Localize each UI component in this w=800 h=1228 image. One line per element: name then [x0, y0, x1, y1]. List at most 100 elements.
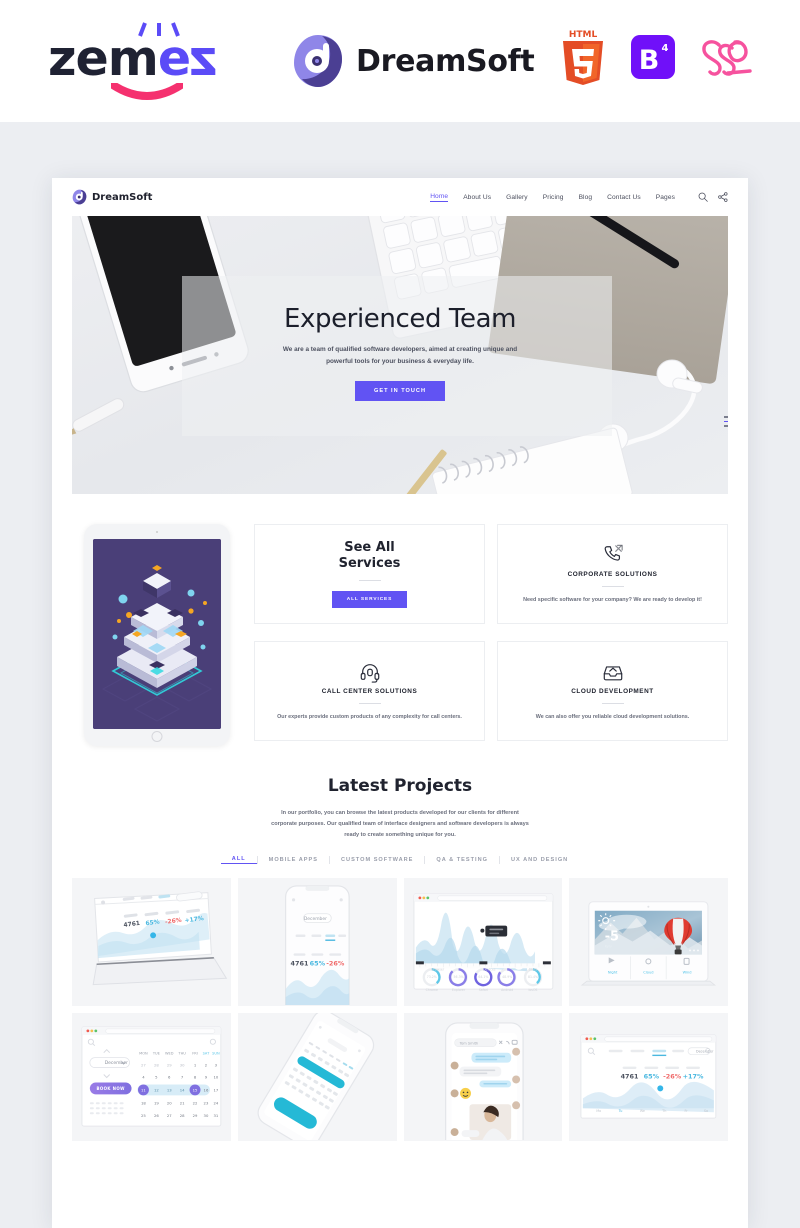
svg-text:23: 23 — [204, 1101, 209, 1105]
svg-text:30: 30 — [180, 1063, 185, 1067]
nav-item-about-us[interactable]: About Us — [463, 194, 491, 201]
project-item-browser-analytics[interactable]: 73.2% 56.3% 64.1% 48.9% 81.4% Chrome Explore… — [403, 877, 563, 1006]
svg-text:BOOK NOW: BOOK NOW — [97, 1085, 126, 1090]
svg-text:27: 27 — [141, 1063, 146, 1067]
filter-qa-testing[interactable]: QA & TESTING — [425, 857, 499, 863]
hero-slider: Experienced Team We are a team of qualif… — [72, 216, 728, 494]
nav-item-home[interactable]: Home — [430, 193, 449, 202]
service-card-cloud-development[interactable]: CLOUD DEVELOPMENT We can also offer you … — [497, 641, 728, 741]
service-card-corporate-solutions[interactable]: CORPORATE SOLUTIONS Need specific softwa… — [497, 524, 728, 624]
bootstrap4-icon: B 4 — [631, 35, 675, 79]
svg-text:4761: 4761 — [290, 959, 308, 967]
services-section: See All Services ALL SERVICES CORPORATE … — [52, 494, 748, 746]
svg-text:28: 28 — [154, 1063, 159, 1067]
svg-text:16: 16 — [204, 1088, 209, 1092]
svg-text:FRI: FRI — [192, 1051, 198, 1055]
svg-text:iosOS: iosOS — [528, 988, 537, 992]
svg-text:+17%: +17% — [683, 1072, 704, 1080]
svg-text:81.4%: 81.4% — [527, 975, 537, 979]
projects-grid: 4761 65% -26% +17% December 4761 65% -26… — [72, 877, 728, 1141]
site-logo[interactable]: DreamSoft — [72, 189, 152, 205]
tablet-mockup — [84, 524, 230, 746]
svg-text:Devices: Devices — [483, 967, 496, 971]
share-icon[interactable] — [718, 192, 728, 202]
cloud-inbox-icon — [602, 661, 624, 683]
phone-calendar-mockup — [237, 1012, 397, 1140]
chat-messenger-mockup: Tom Smith — [403, 1012, 563, 1140]
svg-text:Cloud: Cloud — [644, 970, 654, 974]
svg-text:10: 10 — [213, 1075, 218, 1079]
filter-mobile-apps[interactable]: MOBILE APPS — [258, 857, 329, 863]
svg-text:-26%: -26% — [326, 959, 345, 967]
browser-stats-mockup: December 4761 65% -26% +17% Mo Tu We Th — [569, 1012, 728, 1140]
project-item-calendar-booking[interactable]: December BOOK NOW MON TUE WED THU FRI SA… — [72, 1012, 231, 1141]
svg-text:29: 29 — [193, 1114, 198, 1118]
project-item-phone-calendar[interactable] — [237, 1012, 397, 1141]
nav-item-blog[interactable]: Blog — [579, 194, 593, 201]
search-icon[interactable] — [698, 192, 708, 202]
svg-text:December: December — [304, 916, 327, 922]
svg-text:B: B — [639, 45, 660, 76]
svg-text:Tu: Tu — [618, 1109, 623, 1113]
filter-ux-and-design[interactable]: UX AND DESIGN — [500, 857, 579, 863]
svg-text:SAT: SAT — [203, 1051, 210, 1055]
hero-title: Experienced Team — [283, 304, 517, 334]
all-services-button[interactable]: ALL SERVICES — [331, 590, 408, 608]
svg-text:31: 31 — [213, 1114, 218, 1118]
service-title: CORPORATE SOLUTIONS — [567, 570, 658, 578]
svg-text:28: 28 — [180, 1114, 185, 1118]
see-all-services-line1: See All — [344, 540, 395, 556]
svg-text:4761: 4761 — [621, 1072, 639, 1080]
svg-text:THU: THU — [177, 1051, 186, 1055]
svg-text:Explorer: Explorer — [451, 988, 465, 992]
dreamsoft-small-logo-icon — [72, 189, 87, 205]
svg-text:Kyiv: Kyiv — [605, 944, 612, 948]
website-preview: DreamSoft Home About Us Gallery Pricing … — [52, 178, 748, 1228]
browser-analytics-mockup: 73.2% 56.3% 64.1% 48.9% 81.4% Chrome Explore… — [403, 877, 563, 1005]
svg-text:11: 11 — [141, 1088, 146, 1092]
project-item-phone-analytics[interactable]: December 4761 65% -26% — [237, 877, 397, 1006]
svg-text:Chrome: Chrome — [425, 988, 437, 992]
nav-item-gallery[interactable]: Gallery — [506, 194, 528, 201]
tablet-mockup-column — [72, 524, 242, 746]
project-item-browser-stats[interactable]: December 4761 65% -26% +17% Mo Tu We Th — [569, 1012, 728, 1141]
svg-text:Sa: Sa — [704, 1109, 708, 1113]
project-item-chat-messenger[interactable]: Tom Smith — [403, 1012, 563, 1141]
nav-item-contact-us[interactable]: Contact Us — [607, 194, 641, 201]
dreamsoft-logo-icon — [294, 35, 342, 87]
nav-item-pages[interactable]: Pages — [656, 194, 675, 201]
phone-analytics-mockup: December 4761 65% -26% — [237, 877, 397, 1005]
hero-subtitle: We are a team of qualified software deve… — [282, 346, 518, 365]
nav-item-pricing[interactable]: Pricing — [543, 194, 564, 201]
filter-custom-software[interactable]: CUSTOM SOFTWARE — [330, 857, 424, 863]
svg-text:29: 29 — [167, 1063, 172, 1067]
zemez-logo: zemez — [48, 22, 218, 100]
brand-header-bar: zemez DreamSoft HTML B 4 — [0, 0, 800, 122]
svg-text:-26%: -26% — [663, 1072, 682, 1080]
svg-text:HTML: HTML — [569, 30, 598, 40]
svg-text:Night: Night — [608, 970, 618, 974]
svg-text:30: 30 — [204, 1114, 209, 1118]
svg-text:Mo: Mo — [597, 1109, 602, 1113]
tech-badges: HTML B 4 — [558, 28, 754, 86]
latest-projects-section: Latest Projects In our portfolio, you ca… — [52, 746, 748, 1141]
dreamsoft-logo: DreamSoft — [292, 33, 535, 89]
slider-menu-icon[interactable] — [724, 416, 728, 430]
get-in-touch-button[interactable]: GET IN TOUCH — [355, 380, 445, 401]
zemez-letter-e2: e — [157, 30, 191, 87]
project-item-weather-app[interactable]: -5 Kyiv Night Cloud Wind — [569, 877, 728, 1006]
svg-text:-5: -5 — [605, 929, 619, 944]
svg-text:26: 26 — [154, 1114, 159, 1118]
project-item-laptop-dashboard[interactable]: 4761 65% -26% +17% — [72, 877, 231, 1006]
filter-all[interactable]: ALL — [220, 856, 257, 864]
svg-text:24: 24 — [213, 1101, 218, 1105]
divider — [601, 585, 624, 587]
svg-text:56.3%: 56.3% — [453, 975, 463, 979]
svg-text:27: 27 — [167, 1114, 172, 1118]
svg-text:65%: 65% — [644, 1072, 660, 1080]
zemez-letter-z2: z — [190, 30, 218, 87]
laptop-dashboard-mockup: 4761 65% -26% +17% — [72, 877, 231, 1005]
service-card-call-center-solutions[interactable]: CALL CENTER SOLUTIONS Our experts provid… — [254, 641, 485, 741]
svg-text:December: December — [696, 1049, 714, 1053]
zemez-wordmark: zemez — [48, 30, 218, 87]
